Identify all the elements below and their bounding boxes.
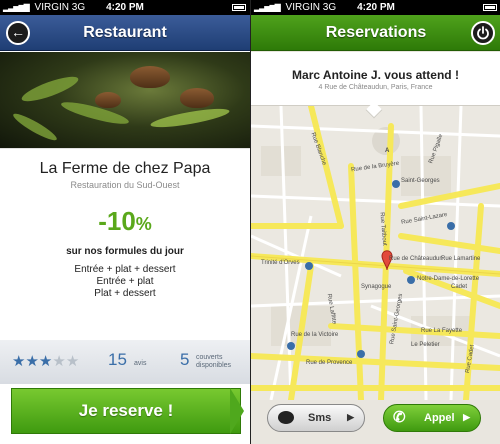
- reserve-label: Je reserve !: [78, 401, 174, 420]
- page-title: Reservations: [325, 24, 427, 41]
- map-street-label: Rue de Châteaudun: [389, 256, 443, 262]
- discount-value: -10%: [0, 206, 250, 237]
- offer-headline: sur nos formules du jour: [66, 246, 184, 257]
- status-bar: ▂▃▅▆▇ VIRGIN 3G 4:20 PM: [0, 0, 250, 15]
- restaurant-photo: [0, 52, 250, 148]
- restaurant-cuisine: Restauration du Sud-Ouest: [70, 180, 180, 190]
- divider: [0, 148, 250, 149]
- sms-button[interactable]: Sms ▶: [267, 404, 365, 432]
- offer-item: Plat + dessert: [94, 288, 156, 299]
- power-button[interactable]: [471, 21, 495, 45]
- battery-icon: [483, 4, 497, 11]
- reserve-button[interactable]: Je reserve !: [11, 388, 241, 434]
- map-street-label: Rue Lamartine: [441, 256, 481, 262]
- restaurant-address: 4 Rue de Châteaudun, Paris, France: [318, 84, 433, 91]
- call-button[interactable]: ✆ Appel ▶: [383, 404, 481, 432]
- reviews-label: avis: [134, 360, 147, 367]
- covers-label-line: couverts: [196, 354, 223, 361]
- star-icon: ★: [25, 353, 39, 370]
- map-place-label: Cadet: [451, 284, 468, 290]
- offer-list: Entrée + plat + dessert Entrée + plat Pl…: [0, 264, 250, 300]
- pin-label: A: [385, 148, 390, 154]
- sms-label: Sms: [308, 412, 332, 424]
- phone-icon: ✆: [393, 409, 406, 426]
- percent-sign: %: [135, 214, 152, 234]
- arrow-left-icon: ←: [11, 24, 25, 40]
- speech-bubble-icon: [278, 411, 294, 424]
- offer-item: Entrée + plat: [96, 276, 154, 287]
- map-place-label: Trinité d'Orves: [261, 260, 300, 266]
- star-icon: ★: [12, 353, 26, 370]
- street-map: [251, 106, 500, 400]
- status-time: 4:20 PM: [357, 2, 395, 13]
- host-message: Marc Antoine J. vous attend !: [292, 68, 459, 82]
- star-empty-icon: ★: [52, 353, 66, 370]
- star-icon: ★: [38, 353, 53, 370]
- power-icon: [477, 26, 489, 40]
- nav-bar: ← Restaurant: [0, 15, 250, 51]
- call-label: Appel: [424, 412, 455, 424]
- covers-label: couverts disponibles: [196, 354, 231, 370]
- map-view[interactable]: A Saint-Georges Trinité d'Orves Notre-Da…: [251, 106, 500, 400]
- app-root: ▂▃▅▆▇ VIRGIN 3G 4:20 PM ← Restaurant La …: [0, 0, 500, 444]
- back-button[interactable]: ←: [6, 21, 30, 45]
- covers-count: 5: [180, 350, 190, 369]
- reviews-count: 15: [108, 350, 127, 369]
- nav-bar: Reservations: [251, 15, 500, 51]
- restaurant-screen: ▂▃▅▆▇ VIRGIN 3G 4:20 PM ← Restaurant La …: [0, 0, 250, 444]
- battery-icon: [232, 4, 246, 11]
- discount-number: -10: [98, 206, 136, 236]
- map-street-label: Rue La Fayette: [421, 328, 463, 334]
- status-bar: ▂▃▅▆▇ VIRGIN 3G 4:20 PM: [251, 0, 500, 15]
- map-street-label: Rue de la Victoire: [291, 332, 339, 338]
- reservations-screen: ▂▃▅▆▇ VIRGIN 3G 4:20 PM Reservations A S…: [250, 0, 500, 444]
- offer-item: Entrée + plat + dessert: [74, 264, 176, 275]
- map-place-label: Le Peletier: [411, 342, 440, 348]
- star-rating: ★★★★★: [12, 352, 79, 370]
- chevron-right-icon: ▶: [463, 412, 470, 422]
- map-street-label: Rue de Provence: [306, 360, 353, 366]
- page-title: Restaurant: [83, 24, 167, 41]
- chevron-right-icon: ▶: [347, 412, 354, 422]
- restaurant-name: La Ferme de chez Papa: [39, 160, 211, 177]
- map-place-label: Saint-Georges: [401, 178, 440, 184]
- map-place-label: Synagogue: [361, 284, 392, 290]
- reserve-arrow: [230, 388, 244, 434]
- map-place-label: Notre-Dame-de-Lorette: [417, 276, 480, 282]
- status-time: 4:20 PM: [106, 2, 144, 13]
- star-empty-icon: ★: [65, 353, 80, 370]
- covers-label-line: disponibles: [196, 362, 232, 369]
